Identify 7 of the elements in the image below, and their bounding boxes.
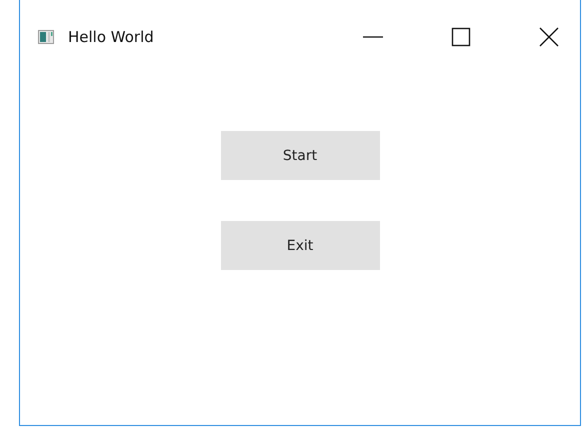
- exit-button[interactable]: Exit: [220, 221, 380, 270]
- minimize-icon: [363, 36, 383, 38]
- start-button[interactable]: Start: [220, 131, 380, 180]
- close-icon: [539, 27, 559, 47]
- window-title: Hello World: [68, 28, 155, 46]
- maximize-icon: [451, 27, 471, 47]
- app-icon: [38, 30, 54, 44]
